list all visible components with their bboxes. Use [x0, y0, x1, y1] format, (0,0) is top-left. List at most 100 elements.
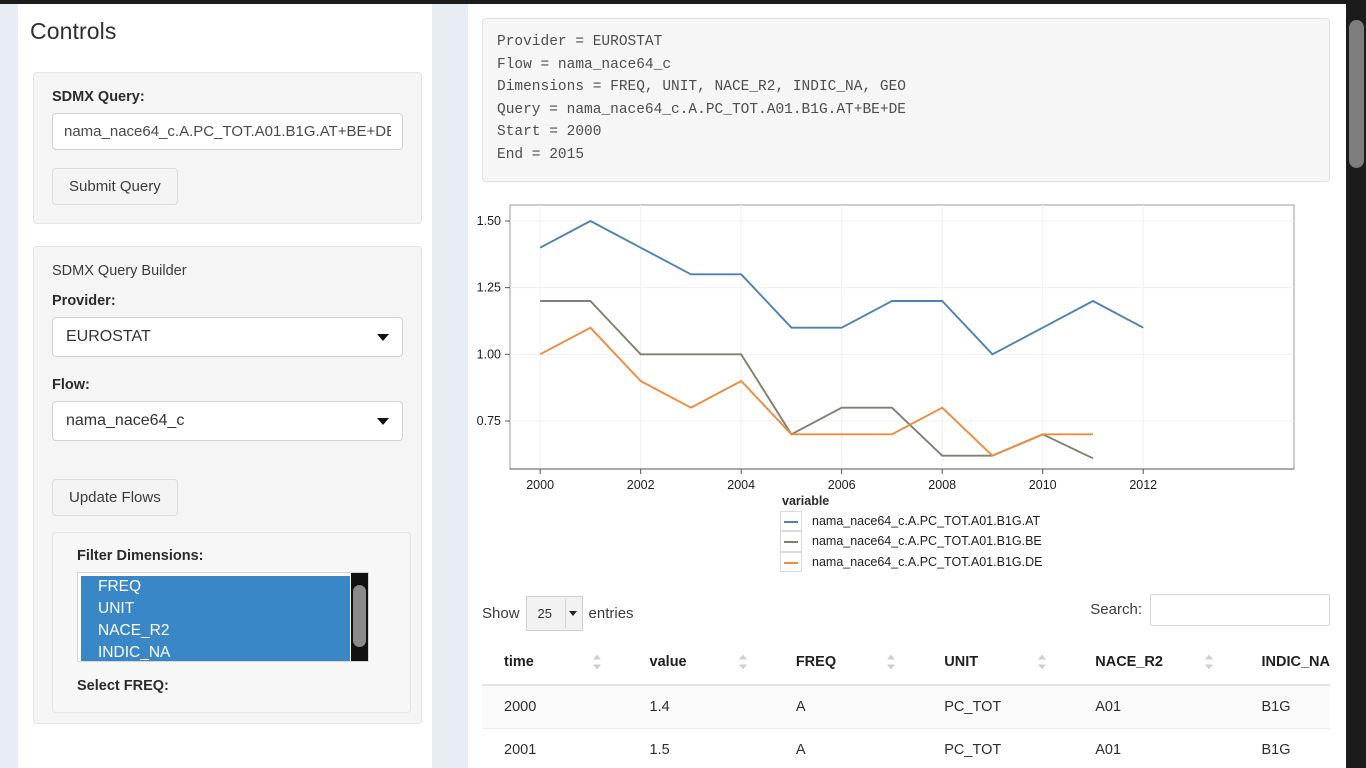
listbox-scrollbar-thumb[interactable] [353, 585, 366, 647]
filter-dimensions-listbox[interactable]: FREQ UNIT NACE_R2 INDIC_NA GEO [77, 572, 369, 662]
sort-arrows-icon[interactable] [1038, 654, 1047, 670]
svg-text:2004: 2004 [727, 478, 755, 492]
sort-arrows-icon[interactable] [738, 654, 748, 670]
column-label: UNIT [944, 653, 979, 670]
cell-value: 1.4 [627, 684, 774, 729]
entries-label: entries [588, 604, 634, 622]
table-head: time value FREQ UNIT NACE_R2 INDIC_NA [482, 639, 1330, 686]
sort-arrows-icon[interactable] [1204, 654, 1214, 670]
chevron-down-icon [377, 334, 389, 341]
page-scrollbar-thumb[interactable] [1349, 20, 1364, 168]
list-item[interactable]: INDIC_NA [81, 642, 350, 661]
listbox-scrollbar[interactable] [351, 573, 368, 661]
svg-text:2002: 2002 [627, 478, 655, 492]
legend-item[interactable]: nama_nace64_c.A.PC_TOT.A01.B1G.DE [780, 551, 1043, 573]
chart-svg: 0.75 1.00 1.25 1.50 2000 2002 2004 2006 2008 2010… [477, 204, 1295, 492]
cell-unit: PC_TOT [922, 684, 1074, 729]
svg-text:2008: 2008 [928, 478, 956, 492]
svg-text:1.50: 1.50 [477, 214, 501, 228]
chevron-down-icon[interactable] [564, 598, 580, 628]
filter-dimensions-options: FREQ UNIT NACE_R2 INDIC_NA GEO [81, 576, 350, 661]
sdmx-query-input[interactable] [52, 113, 403, 150]
sort-arrows-icon[interactable] [592, 654, 602, 670]
app-root: Controls SDMX Query: Submit Query SDMX Q… [0, 0, 1366, 768]
column-label: FREQ [795, 653, 837, 670]
flow-select-wrap[interactable]: nama_nace64_c [52, 401, 403, 441]
search-input[interactable] [1150, 593, 1330, 626]
update-flows-button[interactable]: Update Flows [52, 479, 178, 516]
list-item[interactable]: NACE_R2 [81, 620, 350, 642]
legend-title: variable [782, 493, 830, 508]
cell-freq: A [773, 728, 923, 768]
cell-indic-na: B1G [1239, 728, 1330, 768]
svg-text:1.00: 1.00 [477, 347, 501, 361]
column-header-value[interactable]: value [627, 639, 774, 686]
cell-nace-r2: A01 [1073, 684, 1240, 729]
svg-text:2000: 2000 [526, 478, 554, 492]
table-controls: Show 25 entries Search: [482, 586, 1330, 632]
cell-indic-na: B1G [1239, 684, 1330, 729]
filter-dimensions-label: Filter Dimensions: [77, 548, 204, 564]
list-item[interactable]: UNIT [81, 598, 350, 620]
results-pane: Provider = EUROSTAT Flow = nama_nace64_c… [468, 4, 1346, 768]
cell-freq: A [773, 684, 923, 729]
timeseries-chart: 0.75 1.00 1.25 1.50 2000 2002 2004 2006 2008 2010… [468, 196, 1346, 586]
column-header-nace-r2[interactable]: NACE_R2 [1073, 639, 1240, 686]
cell-time: 2000 [482, 684, 628, 729]
search-group: Search: [1090, 593, 1330, 626]
svg-text:2006: 2006 [828, 478, 856, 492]
svg-text:2010: 2010 [1029, 478, 1057, 492]
table-header-row: time value FREQ UNIT NACE_R2 INDIC_NA [482, 639, 1330, 686]
column-header-indic-na[interactable]: INDIC_NA [1239, 639, 1330, 686]
entries-select-value: 25 [537, 605, 552, 621]
cell-time: 2001 [482, 728, 628, 768]
query-builder-heading: SDMX Query Builder [52, 263, 187, 279]
svg-text:2012: 2012 [1129, 478, 1157, 492]
column-header-unit[interactable]: UNIT [922, 639, 1074, 686]
entries-select[interactable]: 25 [525, 595, 583, 631]
flow-select[interactable]: nama_nace64_c [52, 401, 403, 441]
column-label: value [649, 653, 687, 670]
legend-color-swatch [780, 510, 802, 532]
legend-item[interactable]: nama_nace64_c.A.PC_TOT.A01.B1G.BE [780, 531, 1042, 552]
provider-select-wrap[interactable]: EUROSTAT [52, 317, 403, 357]
column-header-freq[interactable]: FREQ [773, 639, 923, 686]
cell-nace-r2: A01 [1073, 728, 1240, 768]
show-entries-group: Show 25 entries [482, 595, 634, 631]
submit-query-button[interactable]: Submit Query [52, 168, 178, 205]
cell-unit: PC_TOT [922, 728, 1074, 768]
table-row[interactable]: 2000 1.4 A PC_TOT A01 B1G [482, 684, 1330, 729]
sdmx-query-panel: SDMX Query: Submit Query [33, 72, 422, 224]
column-label: time [504, 653, 534, 670]
legend-item-label: nama_nace64_c.A.PC_TOT.A01.B1G.AT [812, 513, 1041, 528]
sort-arrows-icon[interactable] [887, 654, 896, 670]
select-freq-label: Select FREQ: [77, 678, 169, 694]
legend-item-label: nama_nace64_c.A.PC_TOT.A01.B1G.DE [812, 554, 1043, 569]
controls-pane: Controls SDMX Query: Submit Query SDMX Q… [18, 4, 432, 768]
list-item[interactable]: FREQ [81, 576, 350, 598]
page-scrollbar[interactable] [1346, 0, 1366, 768]
show-label: Show [482, 604, 520, 622]
legend-color-swatch [780, 551, 802, 573]
cell-value: 1.5 [627, 728, 774, 768]
flow-label: Flow: [52, 377, 90, 393]
legend-item[interactable]: nama_nace64_c.A.PC_TOT.A01.B1G.AT [780, 510, 1042, 532]
results-table: time value FREQ UNIT NACE_R2 INDIC_NA 20… [482, 639, 1330, 768]
provider-select[interactable]: EUROSTAT [52, 317, 403, 357]
query-builder-panel: SDMX Query Builder Provider: EUROSTAT Fl… [33, 246, 422, 724]
column-header-time[interactable]: time [482, 639, 628, 686]
svg-text:1.25: 1.25 [477, 280, 501, 294]
chart-legend: variable nama_nace64_c.A.PC_TOT.A01.B1G.… [780, 494, 1042, 573]
provider-label: Provider: [52, 293, 116, 309]
column-label: NACE_R2 [1095, 653, 1163, 670]
chevron-down-icon [377, 418, 389, 425]
column-label: INDIC_NA [1261, 653, 1330, 670]
svg-text:0.75: 0.75 [477, 414, 501, 428]
filter-dimensions-panel: Filter Dimensions: FREQ UNIT NACE_R2 IND… [52, 532, 411, 713]
table-row[interactable]: 2001 1.5 A PC_TOT A01 B1G [482, 728, 1330, 768]
legend-color-swatch [780, 531, 802, 552]
query-info-block: Provider = EUROSTAT Flow = nama_nace64_c… [482, 18, 1330, 182]
search-label: Search: [1090, 601, 1142, 619]
legend-item-label: nama_nace64_c.A.PC_TOT.A01.B1G.BE [812, 534, 1042, 549]
table-body: 2000 1.4 A PC_TOT A01 B1G 2001 1.5 A PC_… [482, 684, 1330, 768]
